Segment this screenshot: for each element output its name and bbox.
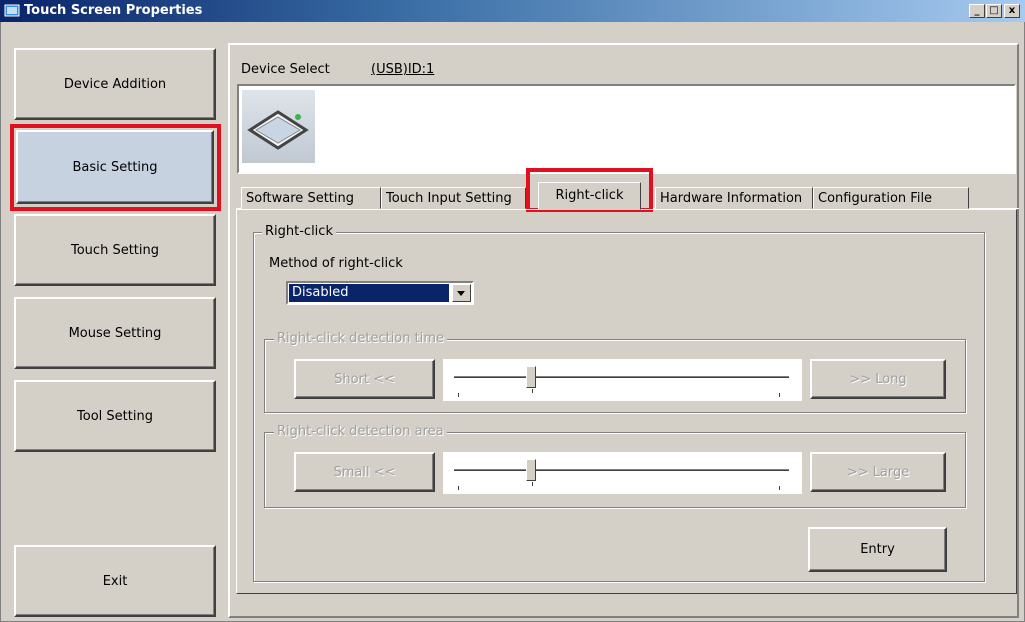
long-button[interactable]: >> Long	[810, 359, 946, 399]
sidebar-item-label: Device Addition	[63, 76, 167, 92]
slider-track	[454, 469, 789, 472]
exit-button-label: Exit	[102, 573, 128, 589]
slider-tick	[458, 486, 459, 490]
slider-tick	[779, 393, 780, 397]
slider-tick	[532, 482, 533, 486]
sidebar-item-label: Touch Setting	[71, 242, 159, 258]
tab-software-setting[interactable]: Software Setting	[241, 187, 381, 209]
tab-touch-input-setting[interactable]: Touch Input Setting	[381, 187, 526, 209]
device-list[interactable]	[237, 84, 1016, 174]
method-select-value: Disabled	[289, 284, 449, 302]
touch-screen-device-icon[interactable]	[242, 90, 315, 163]
app-icon	[4, 3, 20, 19]
device-select-value[interactable]: (USB)ID:1	[371, 62, 434, 77]
detection-time-label: Right-click detection time	[274, 331, 448, 346]
sidebar-item-label: Mouse Setting	[68, 325, 162, 341]
tab-configuration-file[interactable]: Configuration File	[813, 187, 969, 209]
entry-button[interactable]: Entry	[808, 527, 947, 572]
slider-thumb[interactable]	[526, 459, 537, 481]
slider-tick	[458, 393, 459, 397]
slider-tick	[532, 389, 533, 393]
slider-track	[454, 376, 789, 379]
right-click-group-label: Right-click	[262, 224, 336, 239]
detection-time-slider[interactable]	[443, 359, 802, 401]
tab-right-click[interactable]: Right-click	[538, 182, 641, 210]
close-button[interactable]: x	[1004, 4, 1020, 18]
device-select-label: Device Select	[241, 62, 330, 77]
exit-button[interactable]: Exit	[14, 545, 216, 617]
maximize-button[interactable]: □	[986, 4, 1002, 18]
dropdown-arrow-icon[interactable]	[452, 284, 471, 302]
sidebar-item-basic-setting[interactable]: Basic Setting	[16, 130, 214, 204]
sidebar-item-device-addition[interactable]: Device Addition	[14, 48, 216, 120]
sidebar-item-mouse-setting[interactable]: Mouse Setting	[14, 297, 216, 369]
slider-tick	[779, 486, 780, 490]
method-label: Method of right-click	[269, 256, 403, 271]
sidebar-item-label: Tool Setting	[77, 408, 153, 424]
slider-thumb[interactable]	[526, 366, 537, 388]
sidebar-item-label: Basic Setting	[72, 159, 158, 175]
sidebar-item-touch-setting[interactable]: Touch Setting	[14, 214, 216, 286]
minimize-button[interactable]: _	[969, 4, 985, 18]
small-button[interactable]: Small <<	[294, 452, 435, 492]
tab-hardware-information[interactable]: Hardware Information	[655, 187, 813, 209]
detection-area-label: Right-click detection area	[274, 424, 447, 439]
sidebar-item-tool-setting[interactable]: Tool Setting	[14, 380, 216, 452]
window-title: Touch Screen Properties	[24, 3, 203, 18]
large-button[interactable]: >> Large	[810, 452, 946, 492]
short-button[interactable]: Short <<	[294, 359, 435, 399]
detection-area-slider[interactable]	[443, 452, 802, 494]
